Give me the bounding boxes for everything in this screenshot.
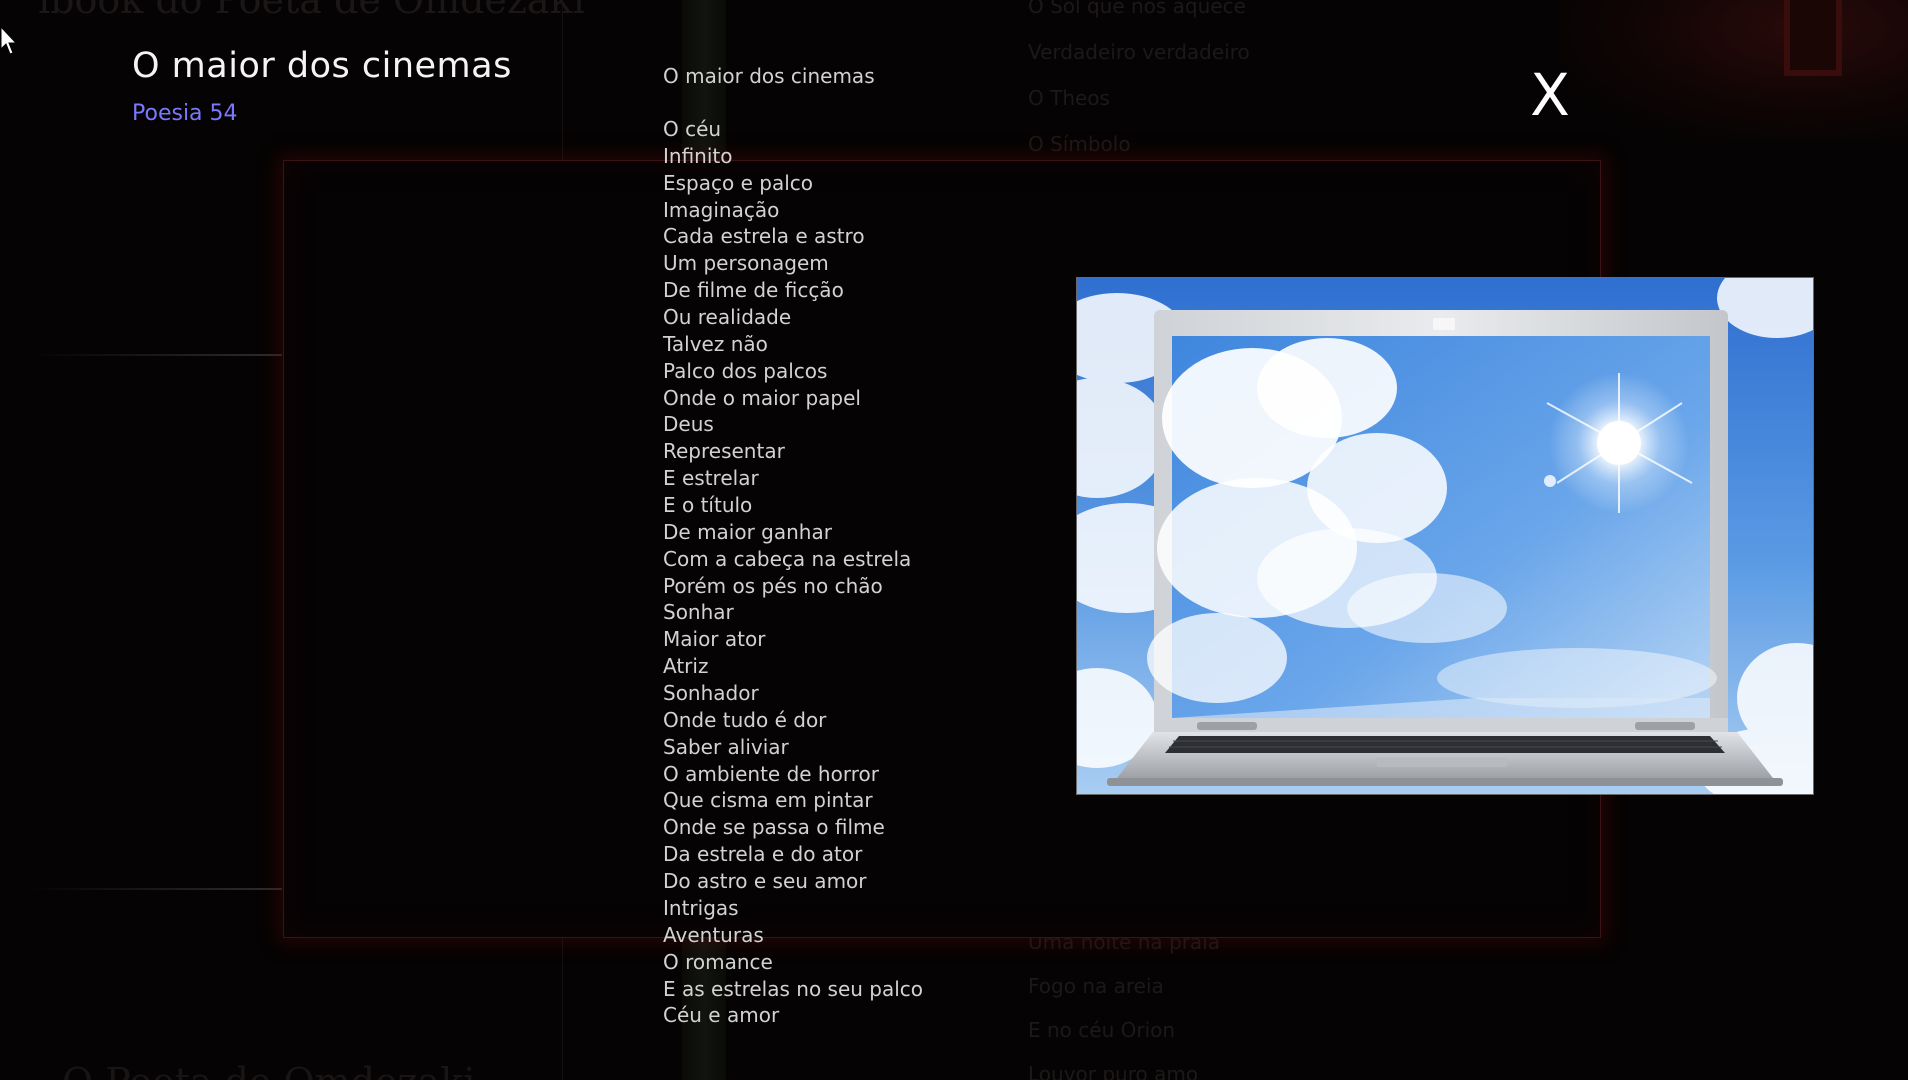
- poem-lines: O céu Infinito Espaço e palco Imaginação Cad…: [663, 116, 923, 1029]
- poem-title: O maior dos cinemas: [132, 46, 512, 86]
- poem-line: Que cisma em pintar: [663, 788, 873, 813]
- poem-line: Um personagem: [663, 251, 829, 276]
- poem-line: Representar: [663, 439, 785, 464]
- poem-line: O céu: [663, 117, 722, 141]
- background-red-ornament: [1784, 0, 1842, 76]
- background-book-title: ibook do Poeta de Omdezaki: [38, 0, 585, 22]
- poem-line: E as estrelas no seu palco: [663, 976, 924, 1001]
- poem-line: Espaço e palco: [663, 170, 813, 195]
- poem-line: Atriz: [663, 654, 709, 679]
- poem-line: Da estrela e do ator: [663, 842, 863, 867]
- poem-line: Talvez não: [663, 331, 768, 356]
- poem-line: E estrelar: [663, 466, 759, 491]
- background-rule-bottom: [30, 888, 282, 890]
- background-red-glow: [1560, 0, 1908, 140]
- poem-line: Sonhador: [663, 681, 759, 706]
- poem-line: Deus: [663, 412, 714, 437]
- arrow-pointer-icon: [0, 26, 18, 55]
- poem-line: Imaginação: [663, 197, 780, 222]
- background-poem-item[interactable]: O Sol que nos aquece: [1028, 0, 1250, 40]
- poem-text: O maior dos cinemas O céu Infinito Espaço …: [663, 63, 923, 1029]
- poem-line: Cada estrela e astro: [663, 224, 865, 249]
- poem-line: Porém os pés no chão: [663, 573, 883, 598]
- poem-line: Ou realidade: [663, 305, 792, 330]
- poem-line: Intrigas: [663, 895, 739, 920]
- background-poem-item[interactable]: Louvor puro amo: [1028, 1062, 1220, 1080]
- poem-line: E o título: [663, 493, 753, 518]
- close-button[interactable]: X: [1528, 62, 1572, 128]
- background-poem-item[interactable]: E no céu Orion: [1028, 1018, 1220, 1062]
- background-poem-index-bottom: Uma noite na praia Fogo na areia E no cé…: [1028, 930, 1220, 1080]
- background-poem-item[interactable]: Verdadeiro verdadeiro: [1028, 40, 1250, 86]
- poem-line: O romance: [663, 949, 773, 974]
- poem-line: Onde o maior papel: [663, 385, 861, 410]
- poem-line: Com a cabeça na estrela: [663, 546, 912, 571]
- poem-line: Onde se passa o filme: [663, 815, 885, 840]
- background-rule-top: [30, 354, 282, 356]
- background-poem-item[interactable]: O Theos: [1028, 86, 1250, 132]
- poem-line: De filme de ficção: [663, 278, 844, 303]
- background-poem-item[interactable]: Fogo na areia: [1028, 974, 1220, 1018]
- ebook-reader-screen: ibook do Poeta de Omdezaki O Sol que nos…: [0, 0, 1908, 1080]
- poem-line: Onde tudo é dor: [663, 707, 827, 732]
- poem-number: Poesia 54: [132, 101, 238, 126]
- poem-line: De maior ganhar: [663, 519, 832, 544]
- laptop-sky-image: [1076, 277, 1814, 795]
- poem-line: Saber aliviar: [663, 734, 789, 759]
- poem-line: O ambiente de horror: [663, 761, 879, 786]
- poem-line: Palco dos palcos: [663, 358, 828, 383]
- poem-line: Infinito: [663, 143, 733, 168]
- poem-line: Maior ator: [663, 627, 766, 652]
- poem-line: Aventuras: [663, 922, 764, 947]
- poem-line: Sonhar: [663, 600, 734, 625]
- background-poem-index-top: O Sol que nos aquece Verdadeiro verdadei…: [1028, 0, 1250, 178]
- background-bottom-title: O Poeta de Omdezaki: [62, 1060, 475, 1080]
- poem-heading: O maior dos cinemas: [663, 64, 875, 88]
- poem-line: Céu e amor: [663, 1003, 780, 1028]
- poem-line: Do astro e seu amor: [663, 869, 867, 894]
